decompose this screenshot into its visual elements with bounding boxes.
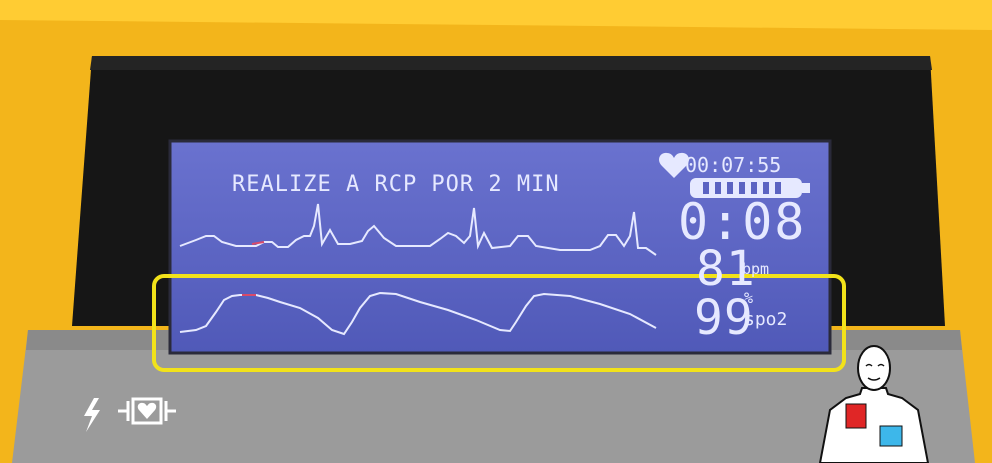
- heart-rate-unit: bpm: [742, 260, 770, 278]
- spo2-unit: spo2: [744, 309, 788, 330]
- spo2-percent-sign: %: [744, 289, 754, 307]
- elapsed-time: 00:07:55: [685, 153, 782, 177]
- cpr-instruction-text: REALIZE A RCP POR 2 MIN: [232, 172, 560, 197]
- cpr-countdown: 0:08: [678, 193, 807, 251]
- aed-housing: [0, 0, 992, 463]
- aed-device: REALIZE A RCP POR 2 MIN 00:07:55 0:08 81…: [0, 0, 992, 463]
